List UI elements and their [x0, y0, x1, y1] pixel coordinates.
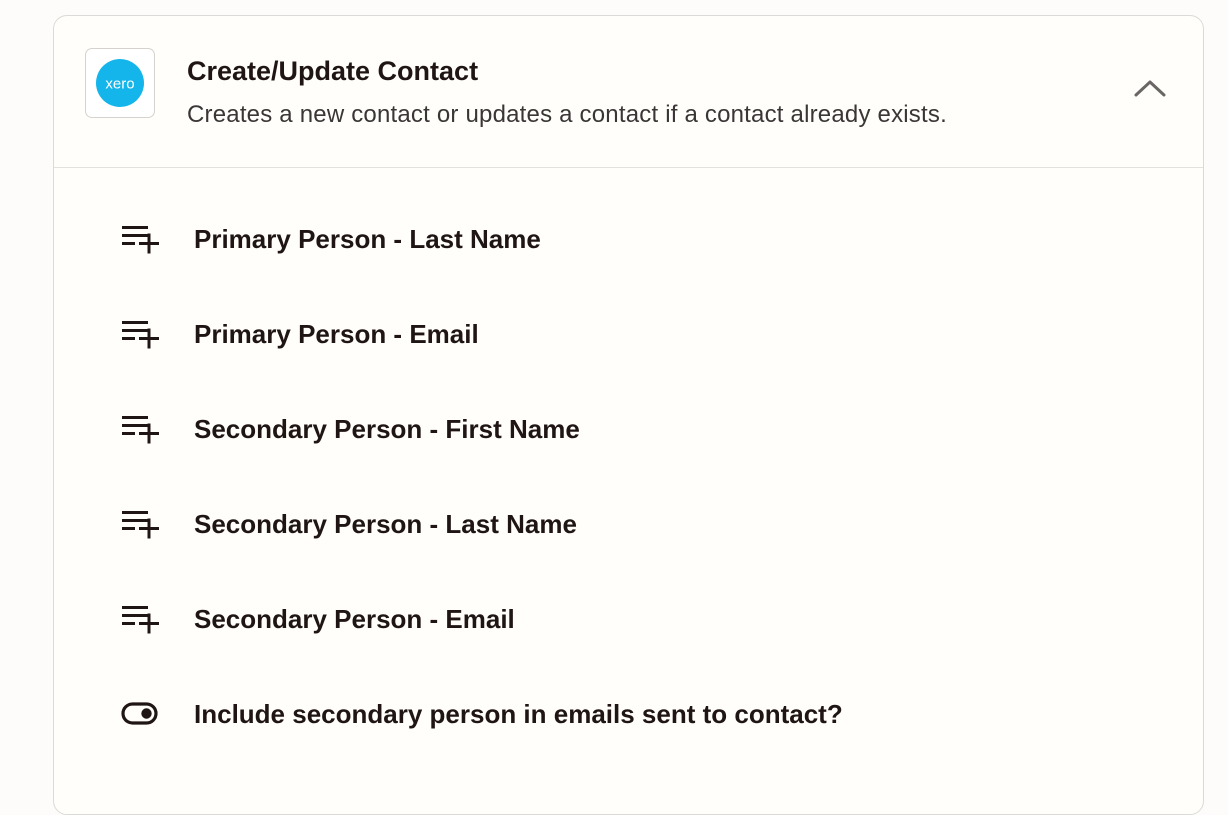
field-row-secondary-email[interactable]: Secondary Person - Email: [54, 589, 1154, 649]
field-label: Primary Person - Email: [194, 319, 479, 349]
field-label: Secondary Person - First Name: [194, 414, 580, 444]
field-row-primary-email[interactable]: Primary Person - Email: [54, 304, 1154, 364]
step-title: Create/Update Contact: [187, 56, 479, 86]
text-list-add-icon: [122, 511, 159, 539]
toggle-icon: [121, 702, 158, 725]
field-label: Primary Person - Last Name: [194, 224, 541, 254]
xero-app-logo: xero: [85, 48, 155, 118]
text-list-add-icon: [122, 606, 159, 634]
text-list-add-icon: [122, 226, 159, 254]
collapse-button[interactable]: [1128, 71, 1172, 105]
action-step-card: xero Create/Update Contact Creates a new…: [53, 15, 1204, 815]
step-description: Creates a new contact or updates a conta…: [187, 101, 947, 128]
text-list-add-icon: [122, 416, 159, 444]
step-header[interactable]: xero Create/Update Contact Creates a new…: [54, 16, 1203, 168]
field-row-include-secondary[interactable]: Include secondary person in emails sent …: [54, 684, 1154, 744]
xero-logo-icon: xero: [96, 59, 144, 107]
field-row-secondary-first-name[interactable]: Secondary Person - First Name: [54, 399, 1154, 459]
field-row-secondary-last-name[interactable]: Secondary Person - Last Name: [54, 494, 1154, 554]
xero-logo-text: xero: [105, 76, 134, 93]
field-label: Secondary Person - Email: [194, 604, 515, 634]
field-label: Secondary Person - Last Name: [194, 509, 577, 539]
text-list-add-icon: [122, 321, 159, 349]
chevron-up-icon: [1134, 80, 1166, 97]
field-label: Include secondary person in emails sent …: [194, 699, 843, 729]
field-row-primary-last-name[interactable]: Primary Person - Last Name: [54, 209, 1154, 269]
